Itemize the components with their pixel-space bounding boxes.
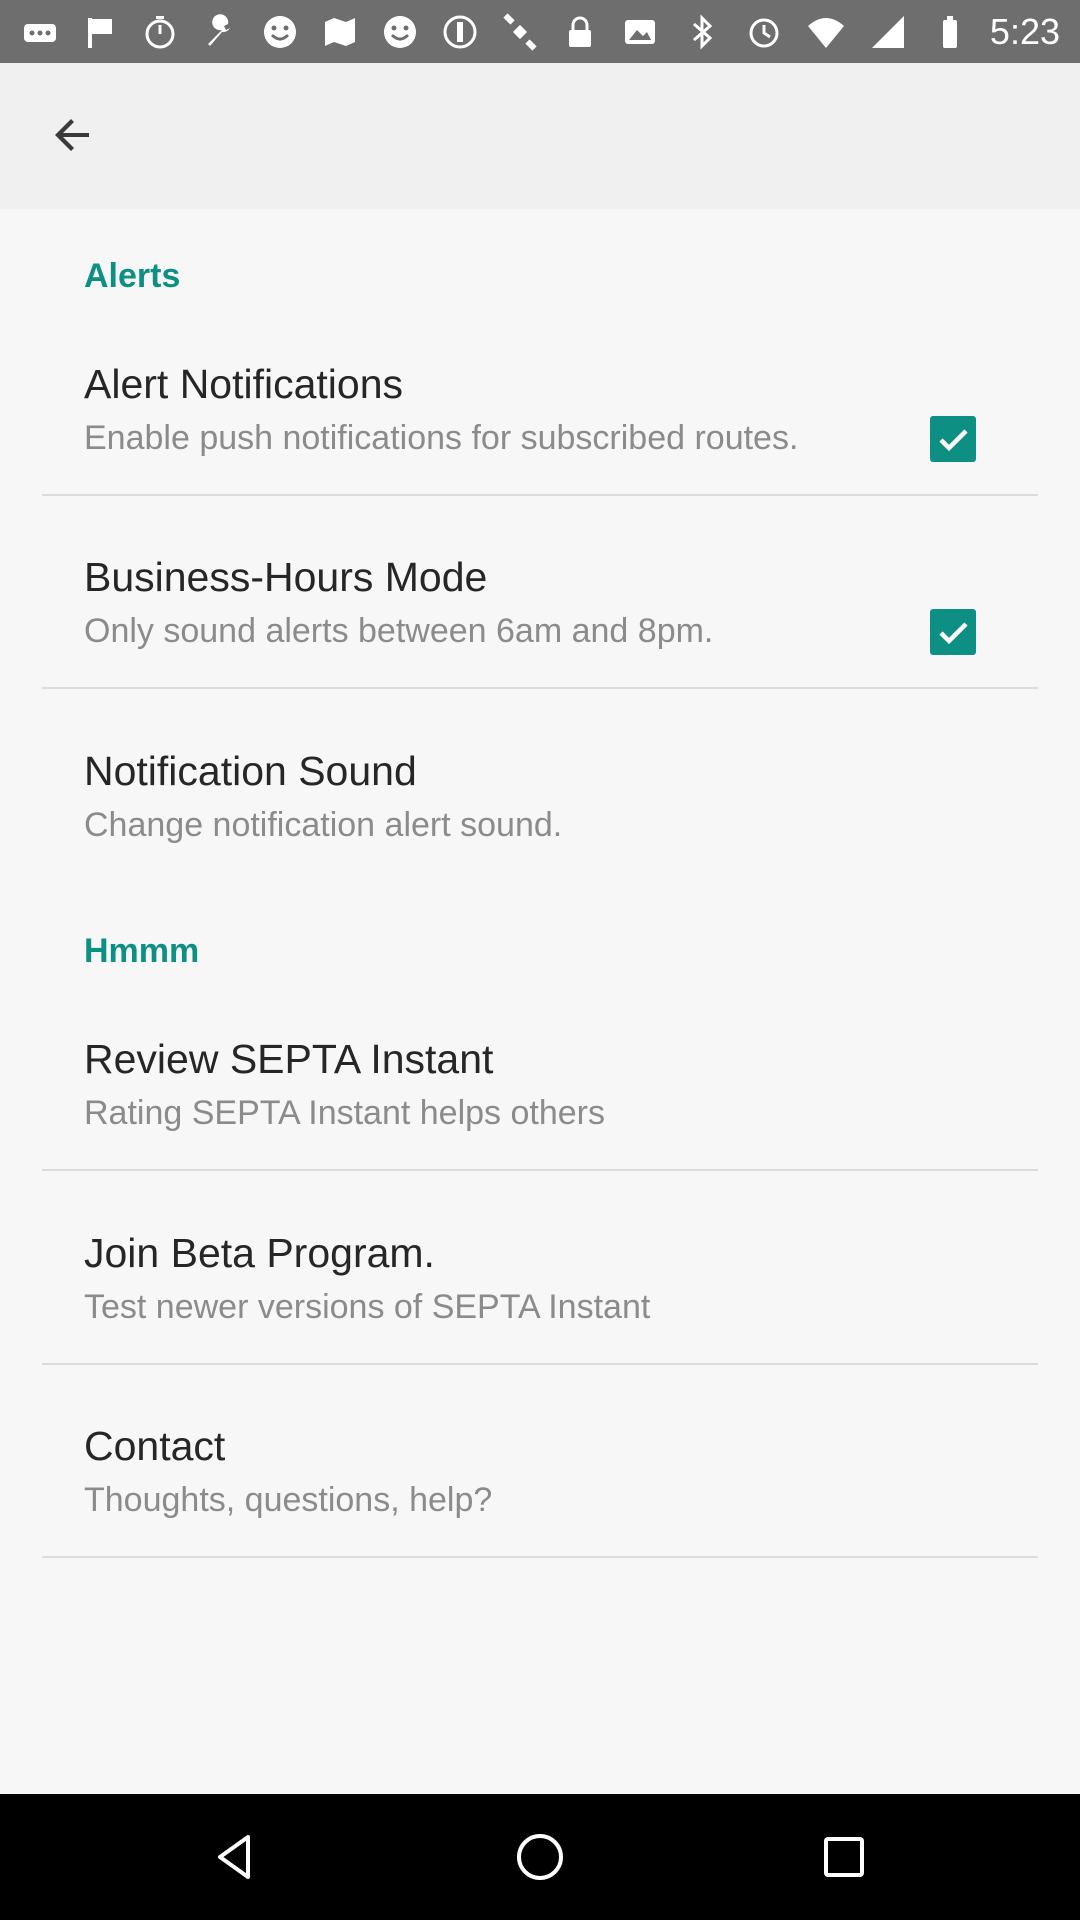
checkmark-icon	[939, 622, 968, 645]
pref-title: Contact	[84, 1423, 226, 1469]
pref-notification-sound[interactable]: Notification Sound Change notification a…	[0, 736, 1080, 878]
pref-summary: Rating SEPTA Instant helps others	[84, 1094, 605, 1132]
smiley-icon	[258, 10, 302, 54]
divider	[42, 1556, 1038, 1558]
status-bar: 5:23	[0, 0, 1080, 63]
pref-summary: Thoughts, questions, help?	[84, 1481, 493, 1519]
wifi-icon	[804, 10, 848, 54]
home-circle-icon	[517, 1834, 563, 1880]
divider	[42, 1169, 1038, 1171]
alarm-icon	[742, 10, 786, 54]
divider	[42, 1363, 1038, 1365]
pref-summary: Test newer versions of SEPTA Instant	[84, 1288, 651, 1326]
system-status-icons: 5:23	[680, 8, 1060, 56]
signal-icon	[866, 10, 910, 54]
divider	[42, 687, 1038, 689]
pref-review-septa-instant[interactable]: Review SEPTA Instant Rating SEPTA Instan…	[0, 1024, 1080, 1166]
nav-back-button[interactable]	[196, 1817, 276, 1897]
section-header-hmmm: Hmmm	[84, 932, 200, 970]
nav-home-button[interactable]	[500, 1817, 580, 1897]
section-header-alerts: Alerts	[84, 257, 181, 295]
bluetooth-icon	[680, 10, 724, 54]
disc-icon	[438, 10, 482, 54]
pref-title: Review SEPTA Instant	[84, 1036, 494, 1082]
pref-join-beta-program[interactable]: Join Beta Program. Test newer versions o…	[0, 1218, 1080, 1360]
navigation-bar	[0, 1794, 1080, 1920]
map-icon	[318, 10, 362, 54]
alert-notifications-checkbox[interactable]	[930, 416, 976, 462]
lock-icon	[558, 10, 602, 54]
wrench-icon	[198, 10, 242, 54]
pref-title: Join Beta Program.	[84, 1230, 435, 1276]
pref-contact[interactable]: Contact Thoughts, questions, help?	[0, 1411, 1080, 1553]
recents-square-icon	[824, 1837, 864, 1877]
pref-summary: Enable push notifications for subscribed…	[84, 419, 799, 457]
pref-summary: Change notification alert sound.	[84, 806, 563, 844]
pref-title: Notification Sound	[84, 748, 417, 794]
divider	[42, 494, 1038, 496]
toolbar	[0, 63, 1080, 209]
notification-icons	[18, 8, 662, 56]
pref-title: Business-Hours Mode	[84, 554, 488, 600]
checkmark-icon	[939, 429, 968, 452]
image-icon	[618, 10, 662, 54]
pref-business-hours-mode[interactable]: Business-Hours Mode Only sound alerts be…	[0, 542, 1080, 684]
status-time: 5:23	[989, 11, 1060, 52]
satellite-icon	[498, 10, 542, 54]
smiley-icon	[378, 10, 422, 54]
pref-summary: Only sound alerts between 6am and 8pm.	[84, 612, 714, 650]
timer-icon	[138, 10, 182, 54]
back-button[interactable]	[36, 98, 110, 172]
nav-recents-button[interactable]	[804, 1817, 884, 1897]
flag-icon	[78, 10, 122, 54]
pref-title: Alert Notifications	[84, 361, 404, 407]
back-triangle-icon	[218, 1835, 250, 1879]
pref-alert-notifications[interactable]: Alert Notifications Enable push notifica…	[0, 349, 1080, 491]
business-hours-checkbox[interactable]	[930, 609, 976, 655]
arrow-back-icon	[55, 119, 89, 151]
battery-icon	[928, 10, 972, 54]
more-icon	[18, 10, 62, 54]
